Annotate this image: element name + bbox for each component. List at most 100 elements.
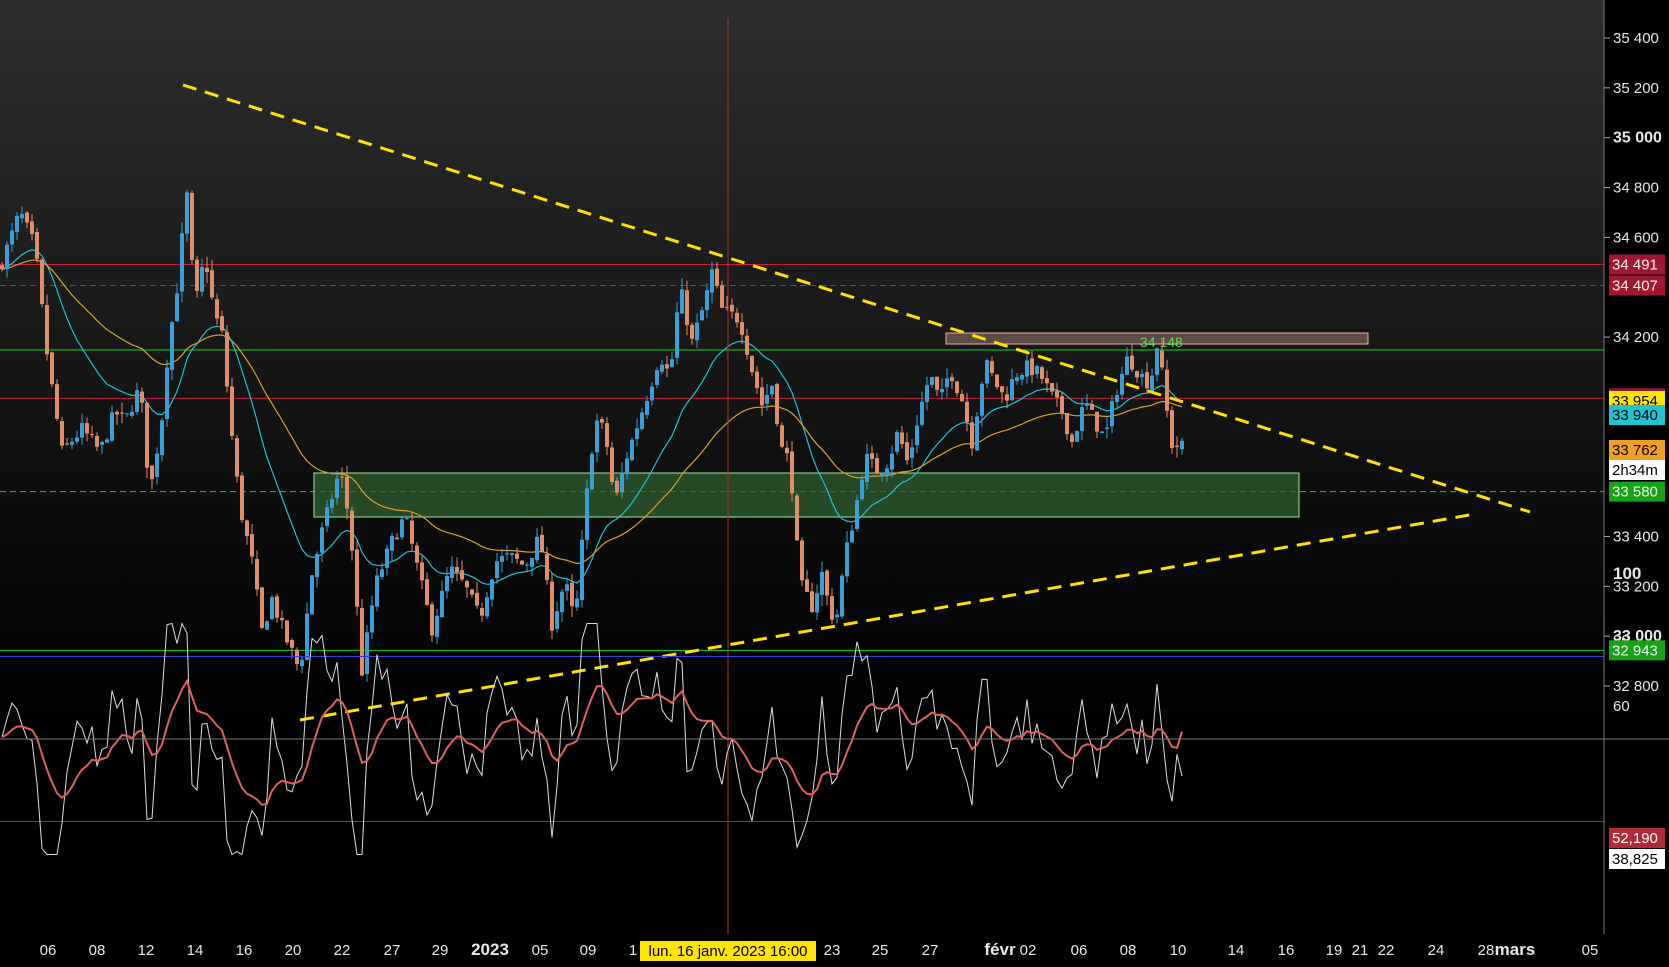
candle	[160, 417, 164, 462]
candle	[550, 573, 554, 640]
candle	[895, 430, 899, 455]
candle-body	[515, 553, 519, 559]
price-tick-label: 33 400	[1613, 528, 1659, 545]
candle-body	[750, 355, 754, 373]
candle	[365, 625, 369, 682]
time-tick-label: 16	[236, 942, 253, 959]
candle-body	[285, 620, 289, 643]
candle-body	[95, 435, 99, 447]
candle-body	[930, 377, 934, 385]
candle-body	[385, 548, 389, 568]
candle-body	[5, 244, 9, 270]
candle-body	[575, 598, 579, 608]
candle-body	[75, 437, 79, 442]
candle	[590, 451, 594, 490]
candle-body	[365, 632, 369, 674]
candle-body	[885, 468, 889, 475]
candle-body	[115, 411, 119, 415]
candle-body	[720, 285, 724, 308]
candle-body	[1020, 374, 1024, 380]
time-tick-label: 1	[629, 942, 637, 959]
candle-body	[820, 571, 824, 595]
candle-body	[485, 597, 489, 617]
candle	[165, 359, 169, 427]
candle	[180, 222, 184, 303]
time-tick-label: 29	[432, 942, 449, 959]
candle-body	[975, 416, 979, 451]
candle	[855, 495, 859, 532]
candle-body	[15, 215, 19, 232]
candle-body	[1070, 434, 1074, 442]
time-tick-label: 20	[285, 942, 302, 959]
level-badge: 33 580	[1609, 481, 1665, 502]
candle-body	[765, 394, 769, 404]
candle-body	[760, 387, 764, 406]
candle-body	[735, 312, 739, 323]
candle-body	[855, 499, 859, 529]
candle-body	[170, 322, 174, 370]
price-tick-label: 35 200	[1613, 80, 1659, 97]
candle-body	[935, 376, 939, 390]
candle-body	[925, 385, 929, 402]
candle-body	[1040, 367, 1044, 380]
candle-body	[120, 412, 124, 414]
candle-body	[1035, 366, 1039, 375]
candle-body	[680, 289, 684, 314]
candle-body	[1015, 377, 1019, 381]
time-tick-label: 09	[580, 942, 597, 959]
candle-body	[580, 539, 584, 601]
level-badge: 34 407	[1609, 275, 1665, 296]
candle-body	[390, 535, 394, 551]
candle-body	[835, 614, 839, 618]
candle-body	[305, 613, 309, 660]
candle	[55, 379, 59, 421]
candle-body	[550, 581, 554, 631]
candle-body	[215, 299, 219, 319]
candle-body	[185, 192, 189, 234]
badge-text: 33 940	[1612, 407, 1658, 424]
candle-body	[825, 570, 829, 596]
candle-body	[165, 367, 169, 419]
candle-body	[210, 270, 214, 298]
candle-body	[530, 558, 534, 567]
candle-body	[35, 232, 39, 259]
candle	[610, 441, 614, 485]
candle-body	[340, 476, 344, 478]
candle-body	[50, 352, 54, 385]
candle-body	[230, 386, 234, 436]
candle-body	[240, 475, 244, 521]
candle-body	[595, 420, 599, 453]
candle-body	[655, 370, 659, 385]
candle-body	[815, 593, 819, 613]
price-badge: 33 940	[1609, 405, 1665, 425]
candle-body	[90, 434, 94, 436]
candle-body	[685, 290, 689, 326]
candle-body	[0, 265, 4, 270]
candle-body	[955, 381, 959, 394]
time-tick-label: 25	[872, 942, 889, 959]
candle-body	[225, 332, 229, 387]
candle-body	[290, 639, 294, 648]
time-tick-label: 2023	[471, 940, 509, 959]
candle-body	[650, 386, 654, 401]
candle-body	[350, 510, 354, 551]
candle	[40, 257, 44, 308]
candle-body	[375, 575, 379, 607]
candle-body	[430, 604, 434, 636]
candle-body	[1150, 375, 1154, 390]
candle	[630, 437, 634, 462]
candle-body	[1030, 358, 1034, 376]
candle-body	[1155, 348, 1159, 375]
candle	[270, 595, 274, 621]
badge-text: 52,190	[1612, 830, 1658, 847]
candle-body	[590, 453, 594, 490]
candle-body	[715, 268, 719, 286]
candle-body	[325, 507, 329, 526]
candle-body	[1115, 395, 1119, 402]
candle-body	[440, 590, 444, 618]
candle-body	[730, 304, 734, 312]
candle-body	[1000, 386, 1004, 393]
badge-text: 33 580	[1612, 484, 1658, 501]
candle-body	[745, 335, 749, 355]
candle-body	[105, 439, 109, 443]
